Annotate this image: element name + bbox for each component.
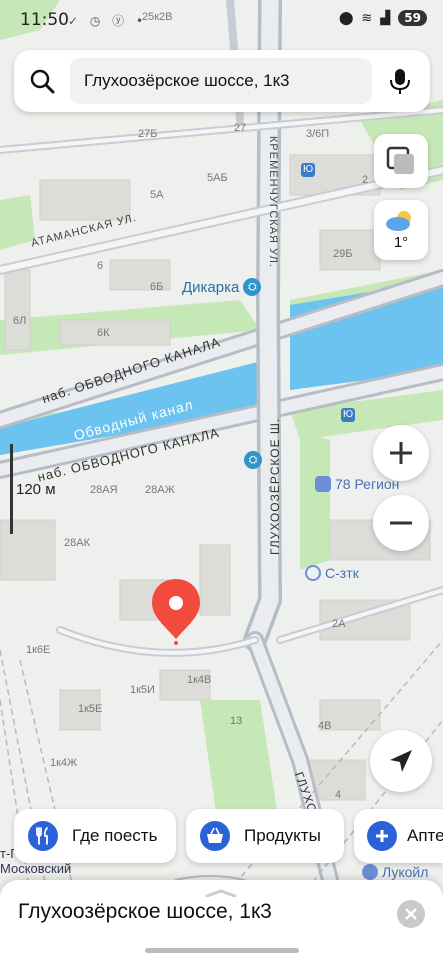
microphone-icon[interactable] xyxy=(386,67,414,95)
shop-icon xyxy=(315,476,331,492)
street-label-kremenchugskaya: КРЕМЕНЧУГСКАЯ УЛ. xyxy=(267,136,279,268)
category-chip-food[interactable]: Где поесть xyxy=(14,809,176,863)
metro-icon: Ю xyxy=(341,408,355,422)
poi-label: С-зтк xyxy=(325,565,359,581)
sheet-title: Глухоозёрское шоссе, 1к3 xyxy=(18,900,272,923)
layers-button[interactable] xyxy=(374,134,428,188)
fuel-icon xyxy=(362,864,378,880)
location-pin-icon[interactable] xyxy=(150,577,202,645)
scale-bar xyxy=(10,444,13,534)
chip-label: Продукты xyxy=(244,826,321,845)
status-bar: 11:50 ✓ ◷ ⓨ • ⬤ ≋ ▟ 59 xyxy=(0,0,443,40)
sheet-handle-icon[interactable] xyxy=(205,884,237,898)
poi-label: Дикарка xyxy=(182,278,240,296)
zoom-out-button[interactable] xyxy=(373,495,429,551)
signal-icon: ▟ xyxy=(380,10,391,26)
wifi-icon: ≋ xyxy=(361,10,373,26)
minus-icon xyxy=(390,521,412,525)
plus-icon xyxy=(367,821,397,851)
basket-icon xyxy=(200,821,230,851)
scale-label: 120 м xyxy=(16,481,56,498)
weather-button[interactable]: 1° xyxy=(374,200,428,260)
poi-label: Лукойл xyxy=(382,864,429,880)
plus-icon xyxy=(390,442,412,464)
location-icon: ⬤ xyxy=(338,10,354,26)
fork-knife-icon xyxy=(28,821,58,851)
chip-label: Апте xyxy=(407,826,443,845)
search-icon[interactable] xyxy=(28,67,56,95)
pharmacy-icon xyxy=(305,565,321,581)
status-right: ⬤ ≋ ▟ 59 xyxy=(339,10,427,26)
layers-icon xyxy=(386,146,414,174)
status-time: 11:50 xyxy=(20,10,69,30)
street-label-glukhoozerskoe: ГЛУХООЗЁРСКОЕ Ш. xyxy=(268,417,282,555)
close-button[interactable] xyxy=(397,900,425,928)
zoom-in-button[interactable] xyxy=(373,425,429,481)
category-chip-pharmacy[interactable]: Апте xyxy=(354,809,443,863)
poi-dikarka[interactable]: Дикарка ⛭ xyxy=(182,278,262,296)
battery-badge: 59 xyxy=(398,10,427,26)
poi-sztk[interactable]: С-зтк xyxy=(305,565,359,581)
car-wash-icon: ⛭ xyxy=(243,278,262,296)
weather-icon xyxy=(386,211,411,231)
navigation-arrow-icon xyxy=(390,750,412,772)
station-label-line2: Московский xyxy=(0,861,72,876)
car-wash-icon[interactable]: ⛭ xyxy=(244,451,262,469)
chip-label: Где поесть xyxy=(72,826,158,845)
my-location-button[interactable] xyxy=(370,730,432,792)
category-chip-groceries[interactable]: Продукты xyxy=(186,809,344,863)
close-icon xyxy=(405,908,417,920)
weather-temp: 1° xyxy=(393,234,409,251)
search-bar: Глухоозёрское шоссе, 1к3 xyxy=(14,50,430,112)
metro-icon: Ю xyxy=(301,163,315,177)
notification-icons: ✓ ◷ ⓨ • xyxy=(68,14,148,28)
system-nav-handle[interactable] xyxy=(145,948,299,953)
search-query: Глухоозёрское шоссе, 1к3 xyxy=(84,71,290,90)
poi-lukoil[interactable]: Лукойл xyxy=(362,864,428,880)
search-input[interactable]: Глухоозёрское шоссе, 1к3 xyxy=(70,58,372,104)
